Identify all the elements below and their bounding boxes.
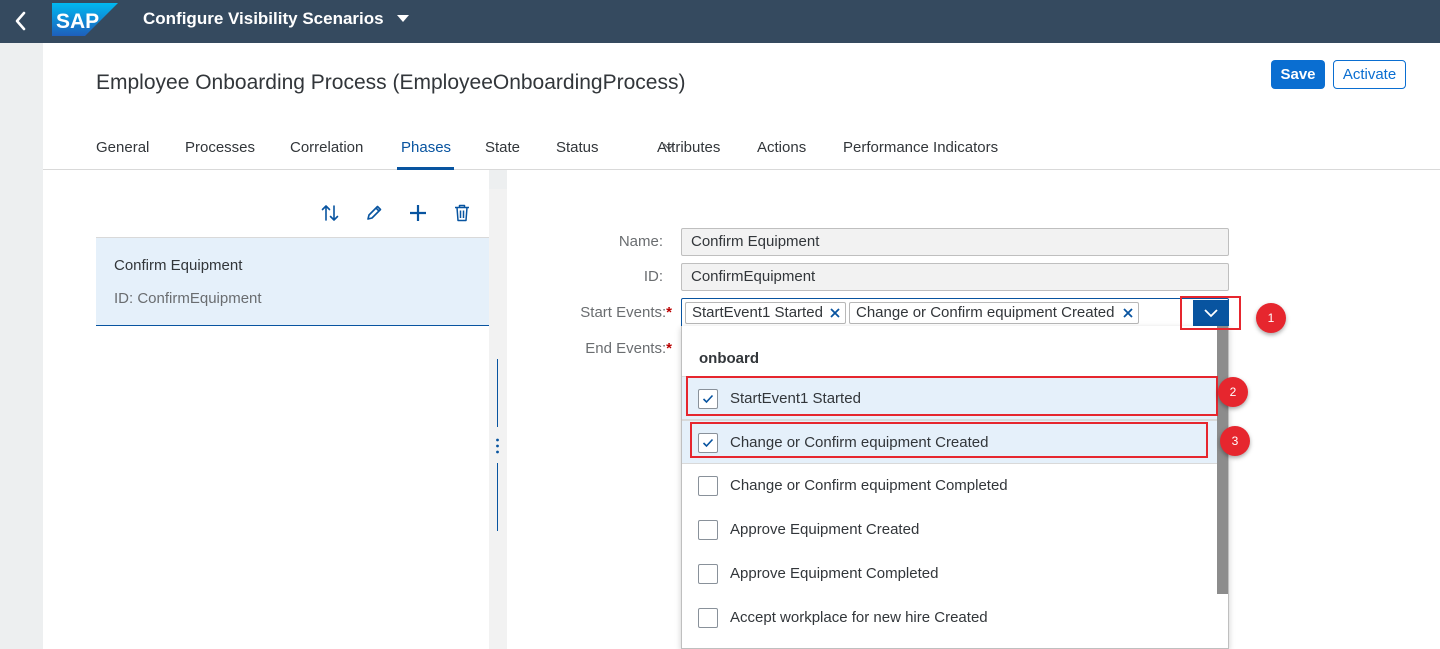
checkbox[interactable] bbox=[698, 476, 718, 496]
splitter-line-top bbox=[497, 359, 498, 427]
splitter-grip-icon[interactable] bbox=[495, 437, 500, 455]
required-mark: * bbox=[666, 340, 672, 357]
phase-title: Confirm Equipment bbox=[114, 257, 243, 274]
end-events-label: End Events:* bbox=[540, 340, 672, 357]
required-mark: * bbox=[666, 304, 672, 321]
add-icon[interactable] bbox=[408, 203, 428, 223]
list-item[interactable]: Confirm Equipment ID: ConfirmEquipment bbox=[96, 237, 489, 326]
page-title: Employee Onboarding Process (EmployeeOnb… bbox=[96, 71, 686, 94]
save-button[interactable]: Save bbox=[1271, 60, 1325, 89]
list-item[interactable]: Approve Equipment Completed bbox=[682, 552, 1217, 596]
checkbox[interactable] bbox=[698, 608, 718, 628]
tab-performance-indicators[interactable]: Performance Indicators bbox=[843, 135, 998, 160]
id-label: ID: bbox=[643, 268, 663, 285]
scrollbar-thumb[interactable] bbox=[1217, 326, 1228, 594]
close-icon[interactable] bbox=[830, 308, 840, 318]
checkbox[interactable] bbox=[698, 520, 718, 540]
tab-attributes[interactable]: Attributes bbox=[657, 135, 720, 160]
delete-icon[interactable] bbox=[452, 203, 472, 223]
annotation-highlight-2 bbox=[686, 376, 1218, 416]
left-gutter bbox=[0, 43, 43, 649]
start-events-dropdown-list: onboard StartEvent1 Started Change or Co… bbox=[681, 326, 1229, 649]
annotation-badge-2: 2 bbox=[1218, 377, 1248, 407]
annotation-highlight-1 bbox=[1180, 296, 1241, 330]
token-label: Change or Confirm equipment Created bbox=[856, 304, 1115, 321]
tab-correlation[interactable]: Correlation bbox=[290, 135, 363, 160]
list-item[interactable]: Change or Confirm equipment Completed bbox=[682, 464, 1217, 508]
tab-processes[interactable]: Processes bbox=[185, 135, 255, 160]
app-title[interactable]: Configure Visibility Scenarios bbox=[143, 9, 384, 29]
start-events-multi-combobox[interactable]: StartEvent1 Started Change or Confirm eq… bbox=[681, 298, 1229, 328]
tab-status[interactable]: Status bbox=[556, 135, 599, 160]
splitter-line-bottom bbox=[497, 463, 498, 531]
start-events-label: Start Events:* bbox=[540, 304, 672, 321]
option-label: Approve Equipment Created bbox=[730, 521, 920, 538]
sap-logo[interactable]: SAP bbox=[52, 3, 118, 36]
list-item[interactable]: Accept workplace for new hire Created bbox=[682, 596, 1217, 640]
id-field[interactable]: ConfirmEquipment bbox=[681, 263, 1229, 291]
sap-logo-text: SAP bbox=[56, 10, 99, 33]
tab-actions[interactable]: Actions bbox=[757, 135, 806, 160]
annotation-badge-1: 1 bbox=[1256, 303, 1286, 333]
token-start-event-1[interactable]: StartEvent1 Started bbox=[685, 302, 846, 324]
tab-general[interactable]: General bbox=[96, 135, 149, 160]
token-label: StartEvent1 Started bbox=[692, 304, 823, 321]
tab-phases[interactable]: Phases bbox=[401, 135, 451, 160]
list-item[interactable]: Approve Equipment Created bbox=[682, 508, 1217, 552]
annotation-highlight-3 bbox=[690, 422, 1208, 458]
close-icon[interactable] bbox=[1123, 308, 1133, 318]
object-page-header: Employee Onboarding Process (EmployeeOnb… bbox=[43, 43, 1440, 170]
end-events-label-text: End Events: bbox=[585, 340, 667, 357]
option-label: Approve Equipment Completed bbox=[730, 565, 939, 582]
scrollbar-track[interactable] bbox=[1217, 594, 1228, 648]
activate-button[interactable]: Activate bbox=[1333, 60, 1406, 89]
option-label: Accept workplace for new hire Created bbox=[730, 609, 988, 626]
pane-splitter[interactable] bbox=[489, 189, 507, 649]
shell-bar: SAP Configure Visibility Scenarios bbox=[0, 0, 1440, 43]
checkbox[interactable] bbox=[698, 564, 718, 584]
tab-state[interactable]: State bbox=[485, 135, 520, 160]
chevron-left-icon[interactable] bbox=[10, 8, 32, 34]
edit-icon[interactable] bbox=[364, 203, 384, 223]
start-events-label-text: Start Events: bbox=[580, 304, 667, 321]
phase-id: ID: ConfirmEquipment bbox=[114, 290, 262, 307]
group-header: onboard bbox=[699, 350, 759, 367]
name-label: Name: bbox=[618, 233, 663, 250]
caret-down-icon[interactable] bbox=[397, 14, 409, 24]
option-label: Change or Confirm equipment Completed bbox=[730, 477, 1008, 494]
name-field[interactable]: Confirm Equipment bbox=[681, 228, 1229, 256]
token-change-confirm-created[interactable]: Change or Confirm equipment Created bbox=[849, 302, 1139, 324]
annotation-badge-3: 3 bbox=[1220, 426, 1250, 456]
sort-icon[interactable] bbox=[320, 203, 340, 223]
